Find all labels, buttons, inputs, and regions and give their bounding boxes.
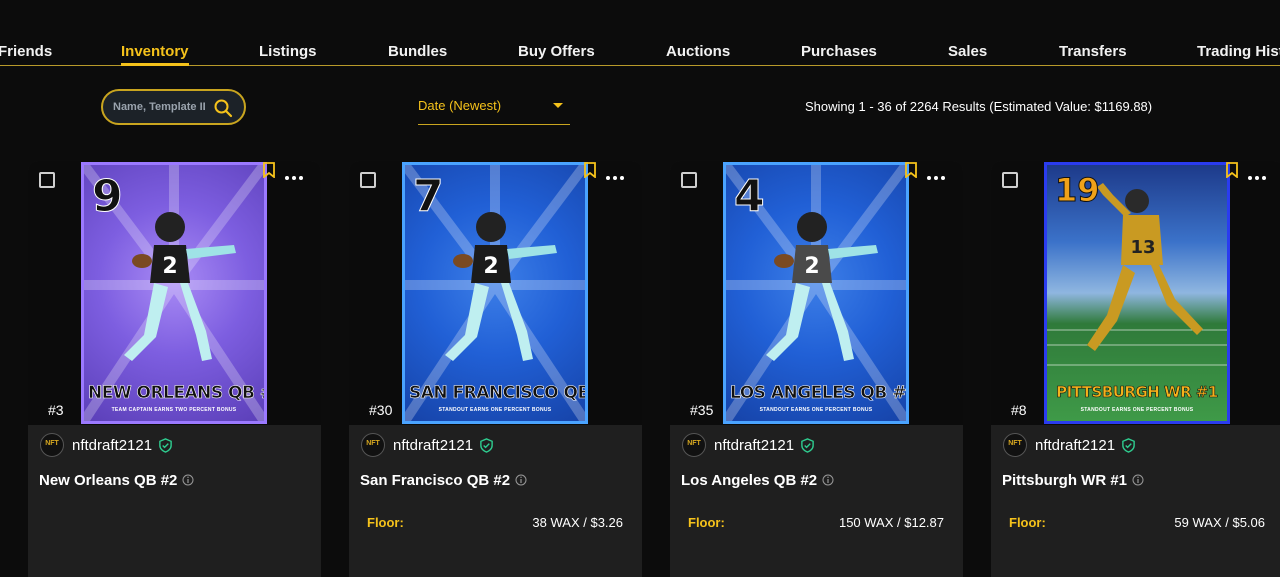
collection-avatar: NFT [40,433,64,457]
card-banner-sub: STANDOUT EARNS ONE PERCENT BONUS [759,407,873,413]
asset-name: Pittsburgh WR #1 [1002,472,1144,489]
select-checkbox[interactable] [39,172,55,188]
card-banner: LOS ANGELES QB #2 [730,383,909,404]
asset-name-text: Los Angeles QB #2 [681,472,818,489]
asset-card[interactable]: 2 7 SAN FRANCISCO QB #2 STANDOUT EARNS O… [349,161,642,577]
bookmark-icon[interactable] [263,162,275,178]
asset-card[interactable]: 2 4 LOS ANGELES QB #2 STANDOUT EARNS ONE… [670,161,963,577]
collection-avatar: NFT [682,433,706,457]
jersey-number: 4 [734,171,766,223]
tab-transfers[interactable]: Transfers [1059,43,1127,60]
info-icon[interactable] [515,474,527,486]
collection-name: nftdraft2121 [1035,437,1116,454]
mint-number: #35 [690,402,714,418]
info-icon[interactable] [182,474,194,486]
floor-value: 59 WAX / $5.06 [1174,515,1265,530]
chevron-down-icon [553,103,563,108]
jersey-number: 9 [92,171,124,223]
card-banner-sub: STANDOUT EARNS ONE PERCENT BONUS [1080,407,1194,413]
card-banner-sub: TEAM CAPTAIN EARNS TWO PERCENT BONUS [111,407,237,413]
card-media: 13 19 PITTSBURGH WR #1 STANDOUT EARNS ON… [991,161,1280,425]
bookmark-icon[interactable] [1226,162,1238,178]
mint-number: #3 [48,402,64,418]
jersey-number: 7 [413,171,445,223]
card-artwork[interactable]: 13 19 PITTSBURGH WR #1 STANDOUT EARNS ON… [1044,162,1230,424]
svg-text:13: 13 [1130,237,1155,258]
tab-trading-history[interactable]: Trading History [1197,43,1280,60]
tab-bar: Friends Inventory Listings Bundles Buy O… [0,0,1280,66]
card-artwork[interactable]: 2 4 LOS ANGELES QB #2 STANDOUT EARNS ONE… [723,162,909,424]
select-checkbox[interactable] [360,172,376,188]
verified-shield-icon [801,438,814,453]
card-artwork[interactable]: 2 7 SAN FRANCISCO QB #2 STANDOUT EARNS O… [402,162,588,424]
bookmark-icon[interactable] [905,162,917,178]
tab-listings[interactable]: Listings [259,43,317,60]
tab-bundles[interactable]: Bundles [388,43,447,60]
avatar-text: NFT [687,440,701,447]
more-options-icon[interactable] [284,174,304,182]
asset-name-text: New Orleans QB #2 [39,472,178,489]
tab-auctions[interactable]: Auctions [666,43,730,60]
select-checkbox[interactable] [1002,172,1018,188]
asset-card[interactable]: 2 9 NEW ORLEANS QB #2 TEAM CAPTAIN EARNS… [28,161,321,577]
collection-name: nftdraft2121 [714,437,795,454]
jersey-number: 19 [1055,171,1101,210]
verified-shield-icon [159,438,172,453]
tab-purchases[interactable]: Purchases [801,43,877,60]
tab-buy-offers[interactable]: Buy Offers [518,43,595,60]
asset-name: Los Angeles QB #2 [681,472,834,489]
search-icon[interactable] [213,98,233,118]
avatar-text: NFT [1008,440,1022,447]
info-icon[interactable] [822,474,834,486]
more-options-icon[interactable] [1247,174,1267,182]
select-checkbox[interactable] [681,172,697,188]
card-banner-sub: STANDOUT EARNS ONE PERCENT BONUS [438,407,552,413]
more-options-icon[interactable] [926,174,946,182]
collection-name: nftdraft2121 [393,437,474,454]
avatar-text: NFT [45,440,59,447]
collection-name: nftdraft2121 [72,437,153,454]
search-input[interactable] [113,99,205,115]
card-media: 2 4 LOS ANGELES QB #2 STANDOUT EARNS ONE… [670,161,963,425]
card-media: 2 9 NEW ORLEANS QB #2 TEAM CAPTAIN EARNS… [28,161,321,425]
search-box [101,89,246,125]
tab-friends[interactable]: Friends [0,43,52,60]
floor-label: Floor: [688,515,725,530]
svg-text:2: 2 [804,254,819,279]
asset-name: San Francisco QB #2 [360,472,527,489]
floor-value: 150 WAX / $12.87 [838,515,944,530]
tab-inventory[interactable]: Inventory [121,43,189,66]
card-banner: SAN FRANCISCO QB #2 [409,383,588,404]
card-media: 2 7 SAN FRANCISCO QB #2 STANDOUT EARNS O… [349,161,642,425]
collection-avatar: NFT [361,433,385,457]
asset-name-text: San Francisco QB #2 [360,472,511,489]
card-artwork[interactable]: 2 9 NEW ORLEANS QB #2 TEAM CAPTAIN EARNS… [81,162,267,424]
verified-shield-icon [480,438,493,453]
svg-text:2: 2 [483,254,498,279]
asset-name-text: Pittsburgh WR #1 [1002,472,1128,489]
avatar-text: NFT [366,440,380,447]
sort-dropdown[interactable]: Date (Newest) [418,91,570,125]
mint-number: #8 [1011,402,1027,418]
more-options-icon[interactable] [605,174,625,182]
sort-selected: Date (Newest) [418,98,502,113]
card-banner: NEW ORLEANS QB #2 [88,383,267,404]
floor-label: Floor: [367,515,404,530]
floor-label: Floor: [1009,515,1046,530]
mint-number: #30 [369,402,393,418]
verified-shield-icon [1122,438,1135,453]
tab-sales[interactable]: Sales [948,43,987,60]
svg-text:2: 2 [162,254,177,279]
asset-name: New Orleans QB #2 [39,472,194,489]
results-summary: Showing 1 - 36 of 2264 Results (Estimate… [805,99,1153,114]
floor-value: 38 WAX / $3.26 [532,515,623,530]
info-icon[interactable] [1132,474,1144,486]
asset-card[interactable]: 13 19 PITTSBURGH WR #1 STANDOUT EARNS ON… [991,161,1280,577]
bookmark-icon[interactable] [584,162,596,178]
card-banner: PITTSBURGH WR #1 [1056,383,1219,402]
collection-avatar: NFT [1003,433,1027,457]
